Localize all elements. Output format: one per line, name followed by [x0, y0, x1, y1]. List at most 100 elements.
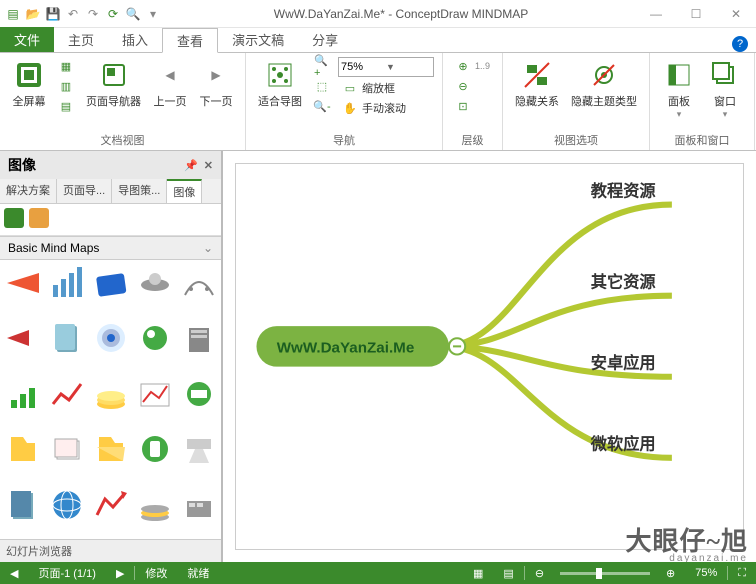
ribbon-body: 全屏幕 ▦ ▥ ▤ 页面导航器 ◀ 上一页 ▶ 下一页 文档视图	[0, 53, 756, 151]
panel-tabs: 解决方案 页面导... 导图策... 图像	[0, 179, 221, 204]
toolbar-chip-2[interactable]	[29, 208, 49, 228]
branch-node[interactable]: 微软应用	[590, 435, 656, 454]
window-controls: — ☐ ✕	[636, 1, 756, 27]
qat-dropdown-icon[interactable]: ▾	[144, 5, 162, 23]
sb-prev-icon[interactable]: ◀	[0, 562, 28, 584]
save-icon[interactable]: 💾	[44, 5, 62, 23]
clip-item[interactable]	[134, 317, 176, 359]
refresh-icon[interactable]: ⟳	[104, 5, 122, 23]
clip-item[interactable]	[178, 373, 220, 415]
clip-item[interactable]	[90, 317, 132, 359]
tab-home[interactable]: 主页	[54, 27, 108, 52]
status-bar: ◀ 页面-1 (1/1) ▶ 修改 就绪 ▦ ▤ ⊖ ⊕ 75% ⛶	[0, 562, 756, 584]
sb-next-icon[interactable]: ▶	[106, 562, 134, 584]
expand-button[interactable]: ⊕1..9	[451, 57, 494, 75]
branch-node[interactable]: 安卓应用	[591, 354, 656, 373]
sb-page-info[interactable]: 页面-1 (1/1)	[28, 562, 105, 584]
clip-item[interactable]	[46, 484, 88, 526]
undo-icon[interactable]: ↶	[64, 5, 82, 23]
sb-view-icon-1[interactable]: ▦	[463, 562, 493, 584]
hide-topic-type-button[interactable]: 隐藏主题类型	[567, 57, 641, 111]
panel-button[interactable]: 面板 ▾	[658, 57, 700, 122]
clip-item[interactable]	[178, 262, 220, 304]
panel-footer[interactable]: 幻灯片浏览器	[0, 539, 221, 562]
tab-present[interactable]: 演示文稿	[218, 27, 298, 52]
zoom-in-button[interactable]: 🔍+	[310, 57, 334, 75]
clip-item[interactable]	[178, 428, 220, 470]
title-bar: ▤ 📂 💾 ↶ ↷ ⟳ 🔍 ▾ WwW.DaYanZai.Me* - Conce…	[0, 0, 756, 28]
tab-insert[interactable]: 插入	[108, 27, 162, 52]
prev-page-button[interactable]: ◀ 上一页	[149, 57, 191, 111]
ptab-image[interactable]: 图像	[167, 179, 202, 203]
group-viewopt: 隐藏关系 隐藏主题类型 视图选项	[503, 53, 650, 150]
panel-close-icon[interactable]: ✕	[204, 159, 213, 172]
window-button[interactable]: 窗口 ▾	[704, 57, 746, 122]
clip-item[interactable]	[2, 317, 44, 359]
clip-item[interactable]	[90, 428, 132, 470]
minimize-button[interactable]: —	[636, 1, 676, 27]
zoombox-button[interactable]: ▭缩放框	[338, 79, 434, 97]
zoom-combo[interactable]: 75%▼	[338, 57, 434, 77]
redo-icon[interactable]: ↷	[84, 5, 102, 23]
clip-item[interactable]	[46, 262, 88, 304]
canvas-area[interactable]: 教程资源 其它资源 安卓应用 微软应用 WwW.DaYanZai.Me 大眼仔~…	[222, 151, 756, 562]
pin-icon[interactable]: 📌	[184, 159, 198, 172]
clip-item[interactable]	[2, 262, 44, 304]
sb-view-icon-2[interactable]: ▤	[493, 562, 523, 584]
zoom-slider[interactable]	[560, 572, 650, 575]
zoom-actual-button[interactable]: ⬚	[310, 77, 334, 95]
clip-item[interactable]	[134, 373, 176, 415]
clip-item[interactable]	[90, 262, 132, 304]
next-page-button[interactable]: ▶ 下一页	[195, 57, 237, 111]
zoom-out-button[interactable]: 🔍-	[310, 97, 334, 115]
clip-item[interactable]	[134, 428, 176, 470]
fit-map-button[interactable]: 适合导图	[254, 57, 306, 111]
small-icon-1[interactable]: ▦	[54, 57, 78, 75]
collapse-button[interactable]: ⊖	[451, 77, 494, 95]
hide-relations-button[interactable]: 隐藏关系	[511, 57, 563, 111]
toolbar-chip-1[interactable]	[4, 208, 24, 228]
clip-item[interactable]	[90, 484, 132, 526]
mindmap-svg: 教程资源 其它资源 安卓应用 微软应用 WwW.DaYanZai.Me	[236, 164, 743, 549]
branch-node[interactable]: 教程资源	[591, 181, 657, 200]
clip-item[interactable]	[46, 373, 88, 415]
tab-view[interactable]: 查看	[162, 28, 218, 53]
handscroll-button[interactable]: ✋手动滚动	[338, 99, 434, 117]
sb-fit-icon[interactable]: ⛶	[728, 562, 756, 584]
clip-item[interactable]	[134, 262, 176, 304]
clip-item[interactable]	[178, 317, 220, 359]
close-button[interactable]: ✕	[716, 1, 756, 27]
ptab-solution[interactable]: 解决方案	[0, 179, 57, 203]
clip-item[interactable]	[2, 373, 44, 415]
clip-item[interactable]	[46, 428, 88, 470]
file-tab[interactable]: 文件	[0, 27, 54, 52]
clip-item[interactable]	[134, 484, 176, 526]
ptab-pagenav[interactable]: 页面导...	[57, 179, 112, 203]
clip-item[interactable]	[46, 317, 88, 359]
group-docview: 全屏幕 ▦ ▥ ▤ 页面导航器 ◀ 上一页 ▶ 下一页 文档视图	[0, 53, 246, 150]
sb-zoom-value[interactable]: 75%	[685, 562, 727, 584]
new-icon[interactable]: ▤	[4, 5, 22, 23]
clip-item[interactable]	[90, 373, 132, 415]
open-icon[interactable]: 📂	[24, 5, 42, 23]
window-title: WwW.DaYanZai.Me* - ConceptDraw MINDMAP	[166, 7, 636, 21]
navigator-button[interactable]: 页面导航器	[82, 57, 145, 111]
clip-item[interactable]	[178, 484, 220, 526]
maximize-button[interactable]: ☐	[676, 1, 716, 27]
tab-share[interactable]: 分享	[298, 27, 352, 52]
small-icon-2[interactable]: ▥	[54, 77, 78, 95]
root-node-text: WwW.DaYanZai.Me	[277, 339, 415, 356]
sb-zoom-in-icon[interactable]: ⊕	[656, 562, 685, 584]
ptab-mapstrat[interactable]: 导图策...	[112, 179, 167, 203]
level-more-button[interactable]: ⊡	[451, 97, 494, 115]
branch-node[interactable]: 其它资源	[591, 273, 657, 292]
canvas[interactable]: 教程资源 其它资源 安卓应用 微软应用 WwW.DaYanZai.Me	[235, 163, 744, 550]
fullscreen-button[interactable]: 全屏幕	[8, 57, 50, 111]
sb-zoom-out-icon[interactable]: ⊖	[525, 562, 554, 584]
small-icon-3[interactable]: ▤	[54, 97, 78, 115]
zoom-icon[interactable]: 🔍	[124, 5, 142, 23]
help-icon[interactable]: ?	[732, 36, 748, 52]
clip-item[interactable]	[2, 484, 44, 526]
clip-item[interactable]	[2, 428, 44, 470]
accordion-header[interactable]: Basic Mind Maps ⌄	[0, 236, 221, 260]
